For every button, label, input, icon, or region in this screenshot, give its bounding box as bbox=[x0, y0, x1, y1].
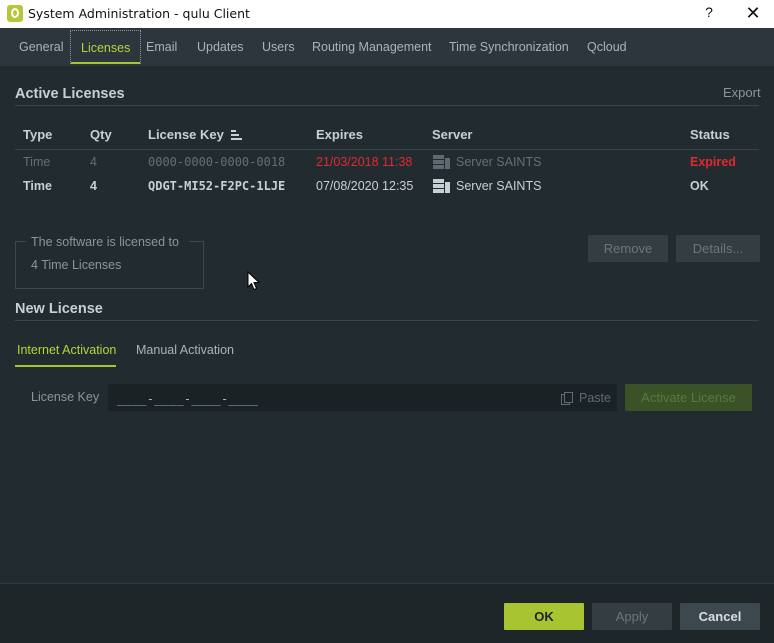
activate-license-button[interactable]: Activate License bbox=[625, 384, 752, 411]
mouse-cursor-icon bbox=[247, 271, 261, 291]
cell-server: Server SAINTS bbox=[456, 179, 542, 193]
cell-type: Time bbox=[23, 155, 51, 169]
title-bar: System Administration - qulu Client ? ✕ bbox=[0, 0, 774, 28]
license-key-input[interactable]: ____-____-____-____ Paste bbox=[108, 384, 617, 411]
close-button[interactable]: ✕ bbox=[742, 2, 764, 24]
cell-qty: 4 bbox=[90, 179, 97, 193]
tab-users[interactable]: Users bbox=[252, 28, 305, 66]
column-header-qty[interactable]: Qty bbox=[90, 127, 112, 142]
cell-expires: 07/08/2020 12:35 bbox=[316, 179, 414, 193]
remove-button[interactable]: Remove bbox=[588, 235, 668, 262]
server-icon bbox=[433, 155, 450, 169]
column-header-type[interactable]: Type bbox=[23, 127, 52, 142]
server-icon bbox=[433, 179, 450, 193]
tab-routing-management[interactable]: Routing Management bbox=[302, 28, 442, 66]
app-logo-icon bbox=[7, 5, 23, 22]
details-button[interactable]: Details... bbox=[676, 235, 760, 262]
license-summary-legend: The software is licensed to bbox=[31, 235, 179, 249]
export-button[interactable]: Export bbox=[723, 85, 761, 100]
apply-button[interactable]: Apply bbox=[592, 603, 672, 630]
table-row[interactable]: Time 4 0000-0000-0000-0018 21/03/2018 11… bbox=[0, 150, 774, 174]
license-key-value: ____-____-____-____ bbox=[117, 392, 259, 406]
help-button[interactable]: ? bbox=[700, 4, 718, 24]
column-header-license-key[interactable]: License Key bbox=[148, 127, 224, 142]
window-title: System Administration - qulu Client bbox=[28, 6, 250, 21]
subtab-internet-activation[interactable]: Internet Activation bbox=[17, 343, 116, 357]
divider bbox=[15, 105, 759, 106]
tab-updates[interactable]: Updates bbox=[187, 28, 254, 66]
tab-qcloud[interactable]: Qcloud bbox=[577, 28, 637, 66]
cell-status: OK bbox=[690, 179, 709, 193]
divider bbox=[15, 320, 759, 321]
tab-licenses[interactable]: Licenses bbox=[70, 30, 142, 64]
column-header-server[interactable]: Server bbox=[432, 127, 472, 142]
dialog-footer: OK Apply Cancel bbox=[0, 583, 774, 643]
license-summary-value: 4 Time Licenses bbox=[31, 258, 122, 272]
cancel-button[interactable]: Cancel bbox=[680, 603, 760, 630]
tab-general[interactable]: General bbox=[9, 28, 73, 66]
ok-button[interactable]: OK bbox=[504, 603, 584, 630]
column-header-status[interactable]: Status bbox=[690, 127, 730, 142]
cell-status: Expired bbox=[690, 155, 736, 169]
active-subtab-indicator bbox=[15, 365, 116, 367]
paste-icon bbox=[561, 392, 573, 405]
tab-bar: General Licenses Email Updates Users Rou… bbox=[0, 28, 774, 66]
table-row[interactable]: Time 4 QDGT-MI52-F2PC-1LJE 07/08/2020 12… bbox=[0, 174, 774, 198]
cell-license-key: QDGT-MI52-F2PC-1LJE bbox=[148, 179, 286, 193]
cell-type: Time bbox=[23, 179, 52, 193]
cell-qty: 4 bbox=[90, 155, 97, 169]
license-key-label: License Key bbox=[31, 390, 100, 404]
tab-time-synchronization[interactable]: Time Synchronization bbox=[439, 28, 579, 66]
active-licenses-title: Active Licenses bbox=[15, 86, 125, 102]
column-header-expires[interactable]: Expires bbox=[316, 127, 363, 142]
paste-button[interactable]: Paste bbox=[579, 391, 611, 405]
tab-email[interactable]: Email bbox=[136, 28, 187, 66]
subtab-manual-activation[interactable]: Manual Activation bbox=[136, 343, 234, 357]
cell-license-key: 0000-0000-0000-0018 bbox=[148, 155, 286, 169]
new-license-title: New License bbox=[15, 301, 103, 317]
cell-server: Server SAINTS bbox=[456, 155, 542, 169]
cell-expires: 21/03/2018 11:38 bbox=[316, 155, 413, 169]
sort-icon bbox=[231, 130, 243, 140]
